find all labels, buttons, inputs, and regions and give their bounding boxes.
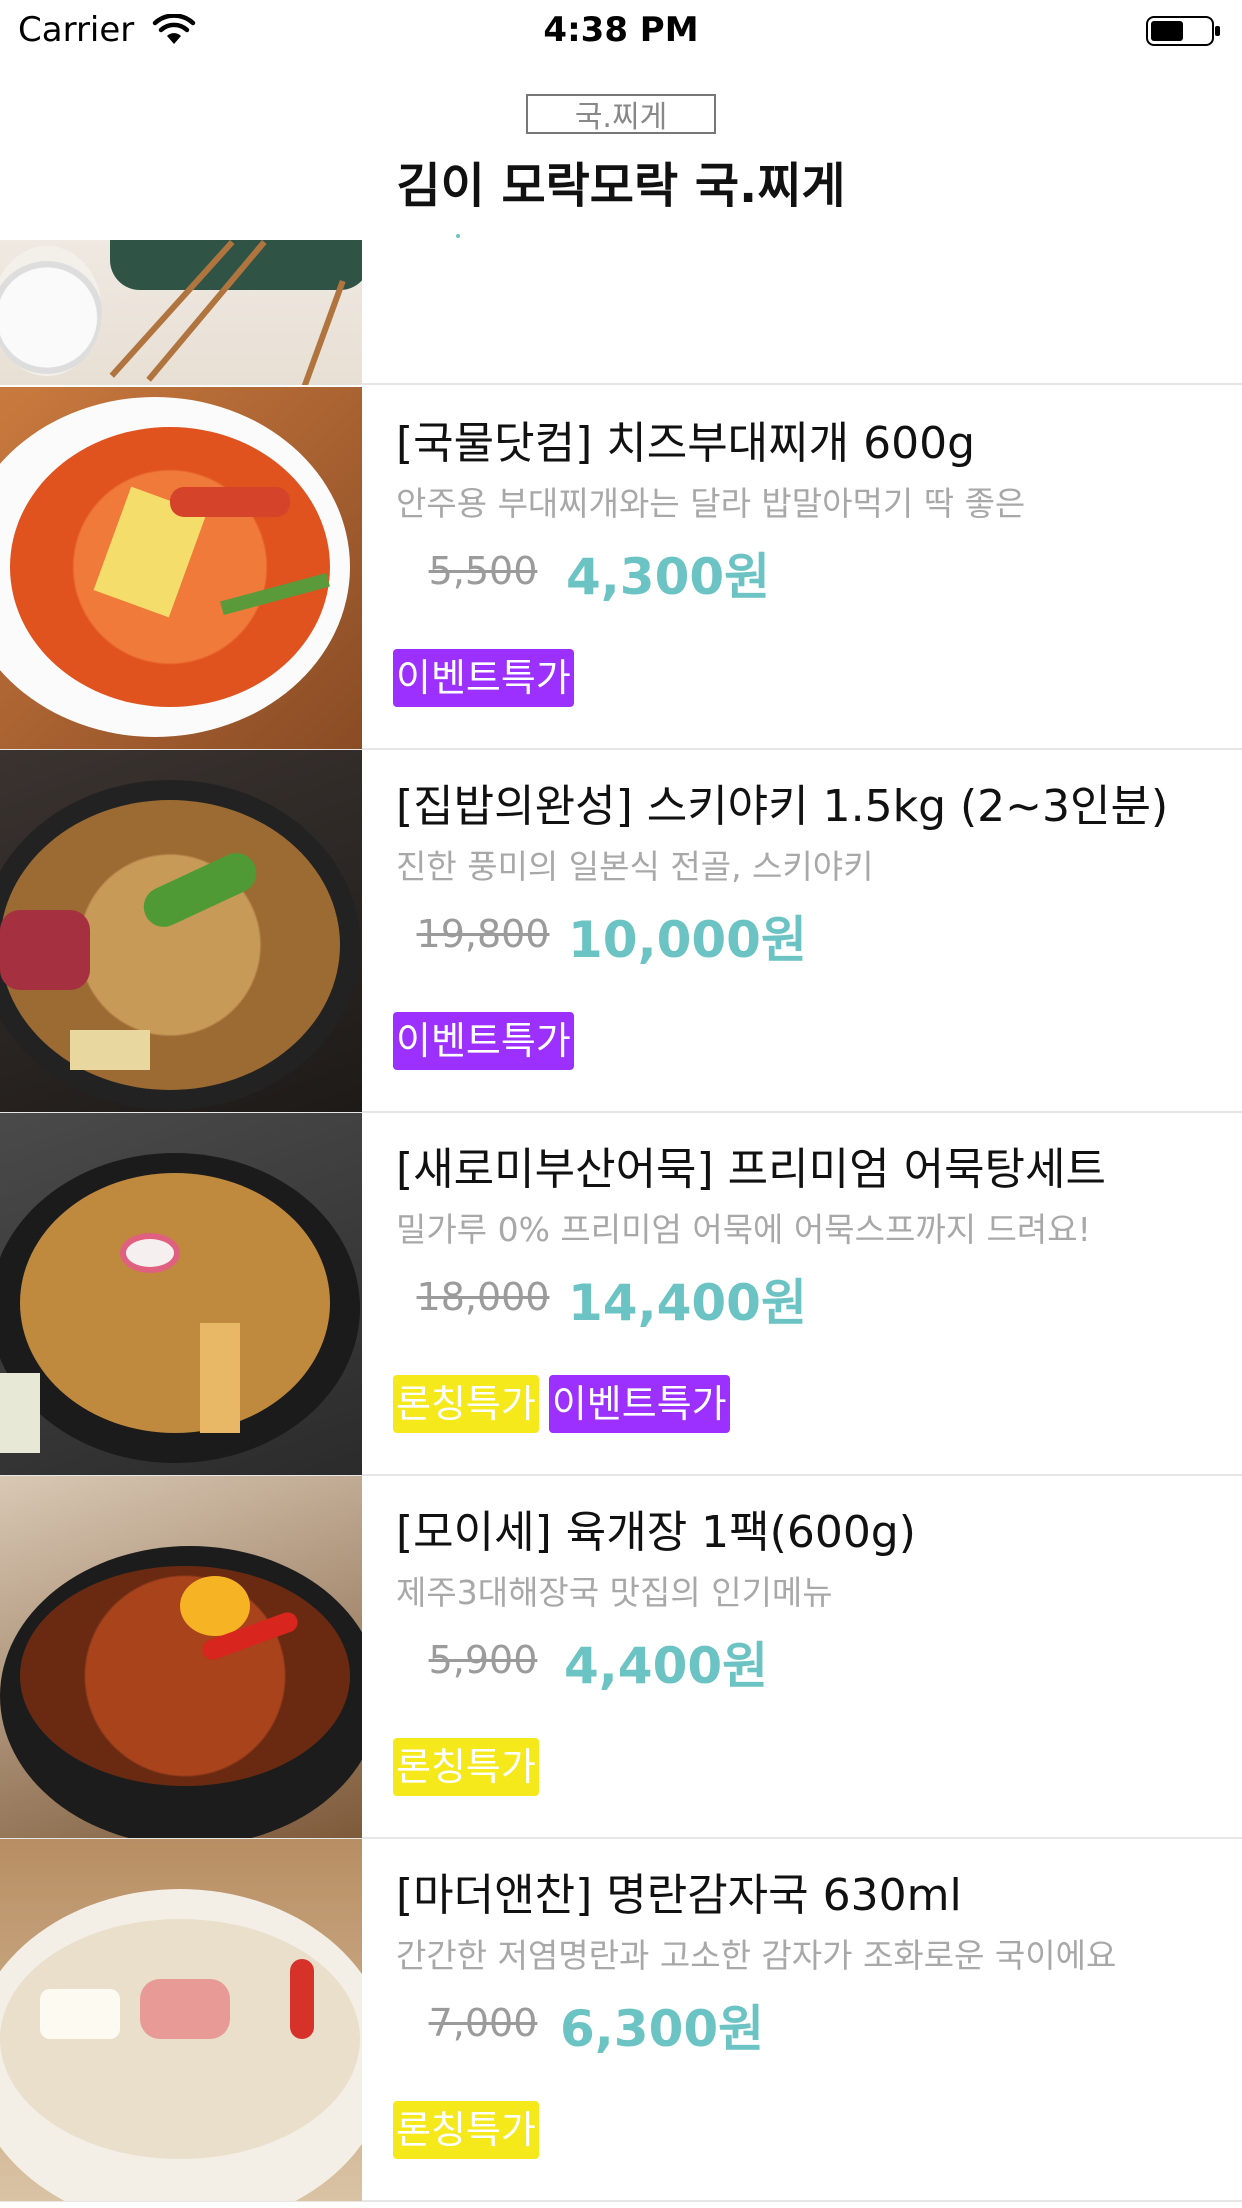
pollack-roe-potato-soup-photo-icon (0, 1839, 362, 2201)
sale-price: 4,300원 (566, 548, 771, 606)
product-description: 진한 풍미의 일본식 전골, 스키야키 (396, 847, 874, 886)
sale-price: 4,400원 (564, 1637, 769, 1695)
product-name: [집밥의완성] 스키야키 1.5kg (2~3인분) (396, 781, 1169, 832)
original-price: 19,800 (416, 912, 550, 956)
product-description: 간간한 저염명란과 고소한 감자가 조화로운 국이에요 (396, 1936, 1117, 1975)
cheese-budae-jjigae-photo-icon (0, 387, 362, 749)
product-name: [마더앤찬] 명란감자국 630ml (396, 1870, 962, 1921)
list-item-partial[interactable] (0, 240, 1242, 385)
list-item[interactable]: [모이세] 육개장 1팩(600g) 제주3대해장국 맛집의 인기메뉴 5,90… (0, 1476, 1242, 1839)
list-item[interactable]: [국물닷컴] 치즈부대찌개 600g 안주용 부대찌개와는 달라 밥말아먹기 딱… (0, 387, 1242, 750)
category-chip[interactable]: 국.찌게 (526, 94, 716, 135)
sale-price: 10,000원 (568, 911, 807, 969)
badge-group: 이벤트특가 (393, 649, 574, 707)
original-price: 18,000 (416, 1275, 550, 1319)
product-name: [모이세] 육개장 1팩(600g) (396, 1507, 916, 1558)
product-description: 밀가루 0% 프리미엄 어묵에 어묵스프까지 드려요! (396, 1210, 1091, 1249)
status-bar: Carrier 4:38 PM (0, 0, 1242, 62)
original-price: 5,900 (428, 1638, 538, 1682)
badge-group: 론칭특가 (393, 1738, 539, 1796)
event-badge: 이벤트특가 (548, 1375, 730, 1433)
product-name: [국물닷컴] 치즈부대찌개 600g (396, 418, 976, 469)
product-description: 제주3대해장국 맛집의 인기메뉴 (396, 1573, 833, 1612)
product-description: 안주용 부대찌개와는 달라 밥말아먹기 딱 좋은 (396, 484, 1026, 523)
list-item[interactable]: [새로미부산어묵] 프리미엄 어묵탕세트 밀가루 0% 프리미엄 어묵에 어묵스… (0, 1113, 1242, 1476)
original-price: 5,500 (428, 549, 538, 593)
product-list[interactable]: [국물닷컴] 치즈부대찌개 600g 안주용 부대찌개와는 달라 밥말아먹기 딱… (0, 240, 1242, 2208)
sale-price: 14,400원 (568, 1274, 807, 1332)
battery-icon (1146, 16, 1220, 46)
navigation-header: 국.찌게 김이 모락모락 국.찌게 (0, 62, 1242, 240)
event-badge: 이벤트특가 (393, 1012, 574, 1070)
list-item[interactable]: [집밥의완성] 스키야키 1.5kg (2~3인분) 진한 풍미의 일본식 전골… (0, 750, 1242, 1113)
badge-group: 론칭특가 이벤트특가 (393, 1375, 730, 1433)
launch-badge: 론칭특가 (393, 1375, 539, 1433)
sukiyaki-photo-icon (0, 750, 362, 1112)
status-time: 4:38 PM (543, 10, 699, 50)
launch-badge: 론칭특가 (393, 1738, 539, 1796)
product-name: [새로미부산어묵] 프리미엄 어묵탕세트 (396, 1144, 1106, 1195)
scroll-indicator-dot (456, 234, 460, 238)
sale-price: 6,300원 (560, 2000, 765, 2058)
original-price: 7,000 (428, 2001, 538, 2045)
launch-badge: 론칭특가 (393, 2101, 539, 2159)
fishcake-soup-photo-icon (0, 1113, 362, 1475)
yukgaejang-photo-icon (0, 1476, 362, 1838)
event-badge: 이벤트특가 (393, 649, 574, 707)
page-title: 김이 모락모락 국.찌게 (396, 158, 846, 214)
rice-bowl-photo-icon (0, 240, 362, 385)
badge-group: 이벤트특가 (393, 1012, 574, 1070)
list-item[interactable]: [마더앤찬] 명란감자국 630ml 간간한 저염명란과 고소한 감자가 조화로… (0, 1839, 1242, 2202)
badge-group: 론칭특가 (393, 2101, 539, 2159)
